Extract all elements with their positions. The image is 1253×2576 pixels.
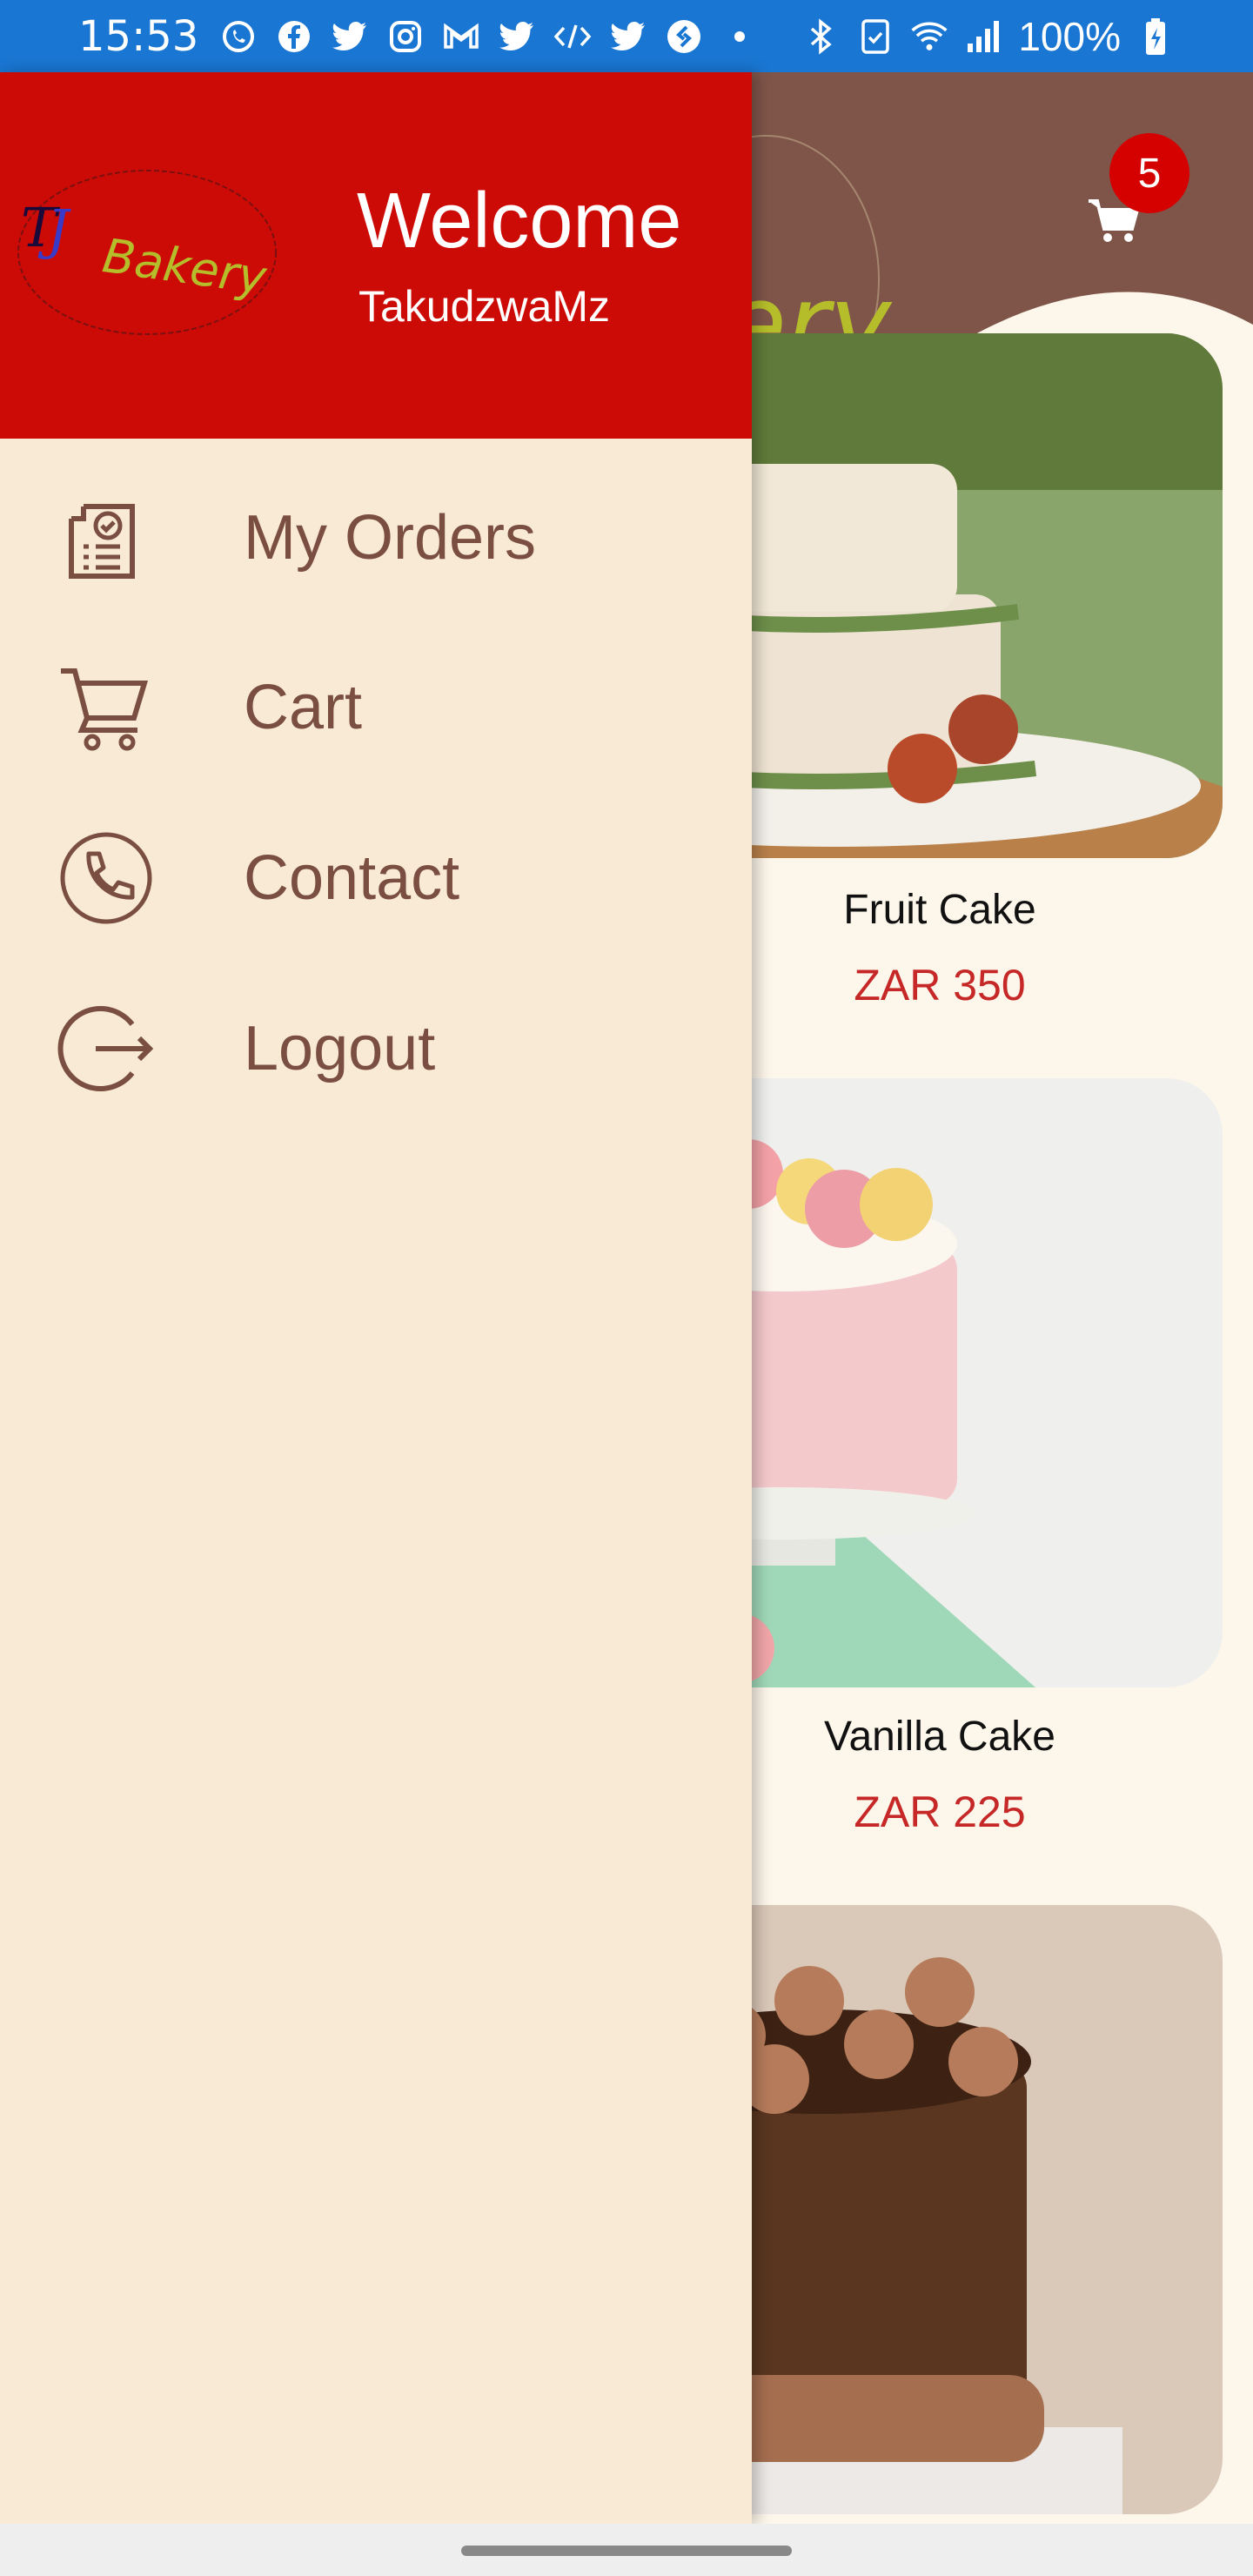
gmail-icon xyxy=(442,17,480,56)
status-bar: 15:53 100% xyxy=(0,0,1253,72)
menu-item-my-orders[interactable]: My Orders xyxy=(0,460,752,616)
instagram-icon xyxy=(386,17,425,56)
bluetooth-icon xyxy=(802,17,841,56)
menu-label-cart: Cart xyxy=(244,673,363,742)
wifi-icon xyxy=(910,17,948,56)
code-icon xyxy=(553,17,592,56)
phone-icon xyxy=(60,832,152,924)
menu-label-logout: Logout xyxy=(244,1014,436,1083)
nfc-icon xyxy=(856,17,895,56)
menu-item-cart[interactable]: Cart xyxy=(0,629,752,786)
status-time: 15:53 xyxy=(78,11,199,61)
logout-icon xyxy=(57,1006,154,1091)
menu-label-contact: Contact xyxy=(244,843,460,913)
username-label: TakudzwaMz xyxy=(358,282,610,331)
orders-icon xyxy=(69,504,135,579)
welcome-title: Welcome xyxy=(357,178,682,265)
battery-percent: 100% xyxy=(1018,13,1121,59)
menu-item-logout[interactable]: Logout xyxy=(0,970,752,1127)
facebook-icon xyxy=(275,17,313,56)
cart-icon xyxy=(61,668,149,751)
system-icons: 100% xyxy=(802,13,1175,60)
twitter-icon-2 xyxy=(498,17,536,56)
notification-icons xyxy=(219,17,759,56)
battery-icon xyxy=(1136,17,1175,56)
twitter-icon-3 xyxy=(609,17,647,56)
twitter-icon xyxy=(331,17,369,56)
gesture-handle[interactable] xyxy=(461,2546,792,2556)
navigation-drawer: T J Bakery Welcome TakudzwaMz My Orders … xyxy=(0,72,752,2524)
dot-icon xyxy=(720,17,759,56)
drawer-header: T J Bakery Welcome TakudzwaMz xyxy=(0,72,752,439)
drawer-scrim[interactable] xyxy=(752,72,1253,2524)
menu-item-contact[interactable]: Contact xyxy=(0,800,752,956)
shazam-icon xyxy=(665,17,703,56)
bakery-logo: T J Bakery xyxy=(17,170,277,335)
signal-icon xyxy=(964,17,1002,56)
whatsapp-icon xyxy=(219,17,258,56)
menu-label-my-orders: My Orders xyxy=(244,503,537,573)
